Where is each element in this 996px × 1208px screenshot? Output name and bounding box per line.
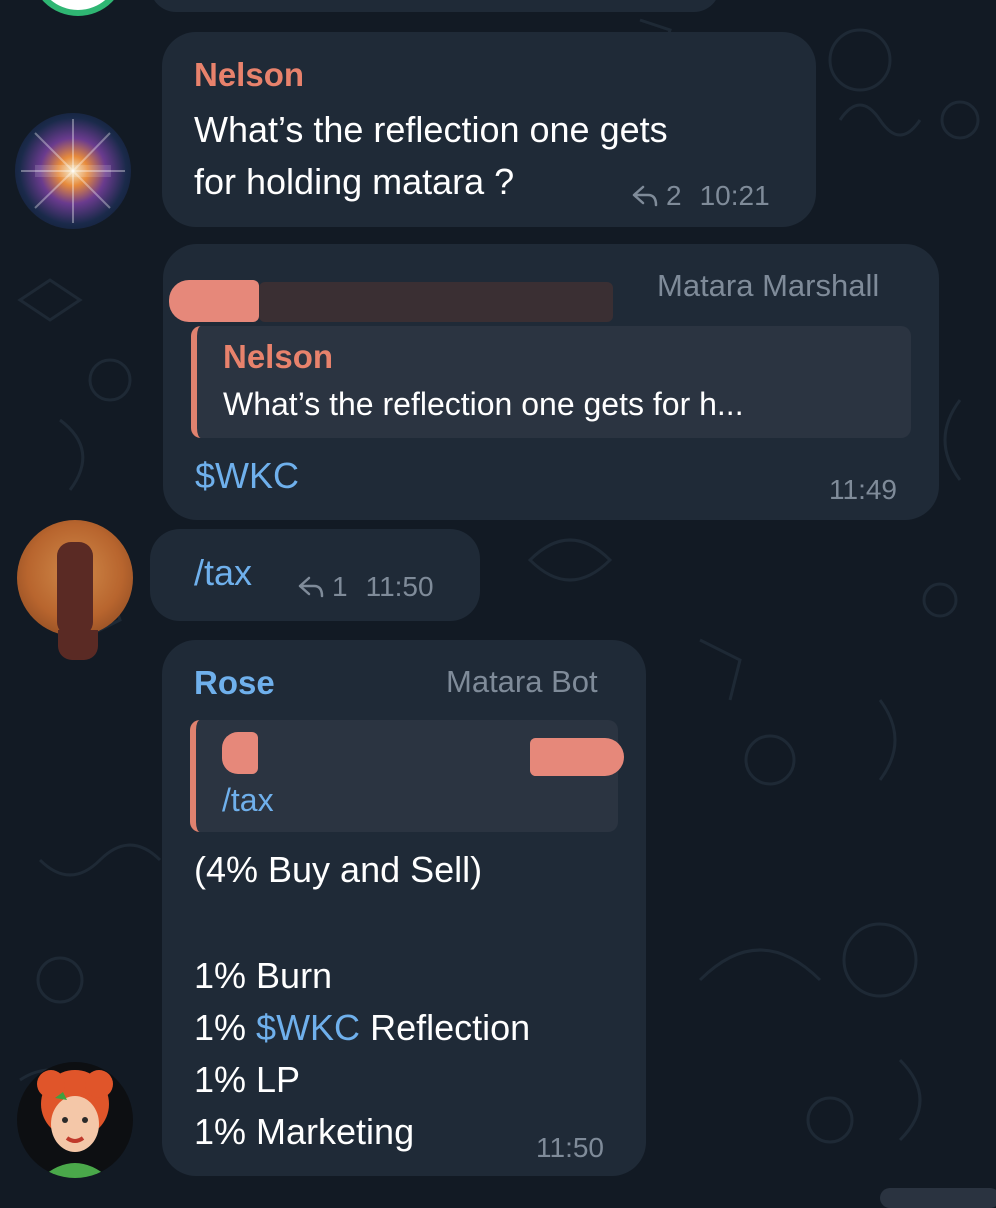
message-bubble-rose[interactable]: Rose Matara Bot /tax (4% Buy and Sell) 1… [162,640,646,1176]
bottom-partial-element [880,1188,996,1208]
tax-item-burn: 1% Burn [194,955,333,996]
avatar-nelson[interactable] [15,113,131,229]
tax-item-lp: 1% LP [194,1059,301,1100]
sender-name: Rose [194,664,275,701]
message-meta: 2 10:21 [632,180,770,212]
top-partial-bubble [150,0,720,12]
redacted-face-icon [57,542,93,636]
message-text-line: What’s the reflection one gets [194,109,668,150]
bot-command-link[interactable]: /tax [194,547,252,599]
message-bubble-marshall[interactable]: Matara Marshall Nelson What’s the reflec… [163,244,939,520]
reply-count[interactable]: 1 [332,571,348,603]
sender-role-badge: Matara Marshall [657,268,880,303]
reply-count[interactable]: 2 [666,180,682,212]
avatar-rose[interactable] [17,1062,133,1178]
quoted-message-text: What’s the reflection one gets for h... [223,386,744,422]
rose-portrait-icon [37,1070,113,1178]
tax-item-prefix: 1% [194,1007,257,1048]
quoted-message[interactable]: Nelson What’s the reflection one gets fo… [191,326,911,438]
redacted-sender-name-dark [259,282,613,322]
quoted-sender-name: Nelson [223,338,334,375]
ticker-link[interactable]: $WKC [195,450,299,502]
redacted-quoted-sender-end [530,738,624,776]
message-time: 11:50 [536,1132,604,1163]
ticker-link[interactable]: $WKC [256,1007,360,1048]
reply-arrow-icon [298,576,324,598]
message-meta: 1 11:50 [298,571,434,603]
tax-item-reflection: 1% $WKC Reflection [194,1002,530,1054]
sender-name: Nelson [194,56,305,93]
avatar-user[interactable] [17,520,133,636]
quoted-message-text: /tax [222,782,274,818]
message-time: 11:49 [829,474,897,505]
message-bubble-nelson[interactable]: Nelson What’s the reflection one gets fo… [162,32,816,227]
message-time: 11:50 [365,571,434,602]
tax-summary: (4% Buy and Sell) [194,849,483,890]
reply-arrow-icon [632,185,658,207]
redacted-quoted-sender [222,732,258,774]
redacted-sender-name [169,280,259,322]
sender-role-badge: Matara Bot [446,664,598,699]
wonders-logo-icon [21,119,125,223]
tax-item-marketing: 1% Marketing [194,1111,415,1152]
quoted-message[interactable]: /tax [190,720,624,832]
redacted-avatar-extension [58,630,98,660]
message-text-line: for holding matara ? [194,161,515,202]
tax-item-suffix: Reflection [360,1007,531,1048]
message-bubble-tax-command[interactable]: /tax 1 11:50 [150,529,480,621]
message-time: 10:21 [699,180,770,211]
